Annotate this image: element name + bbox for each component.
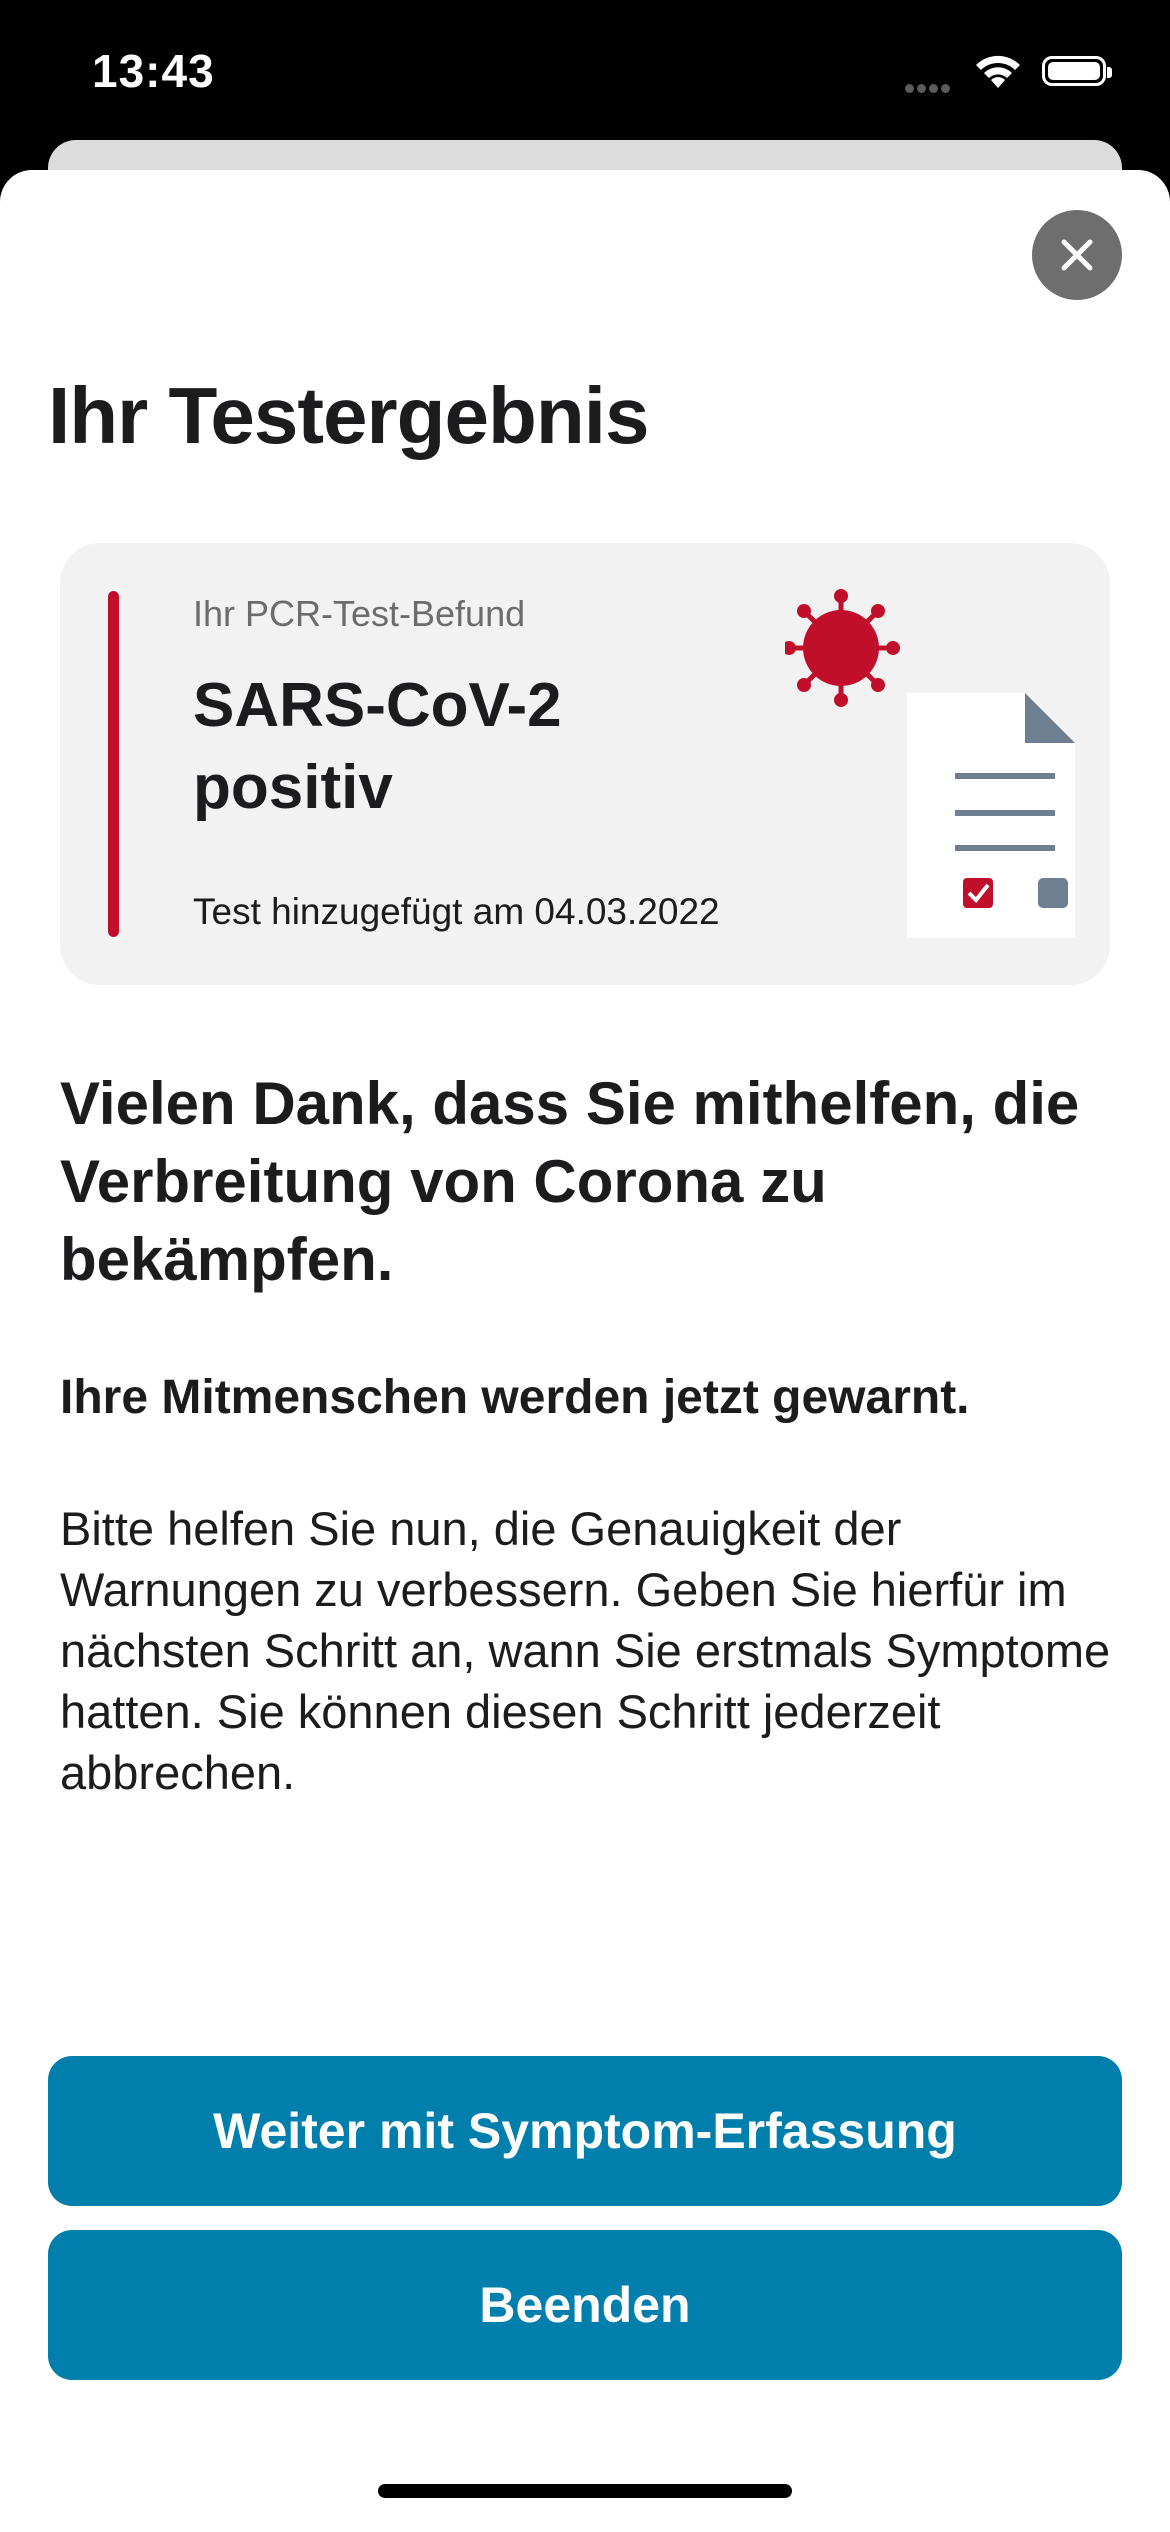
battery-icon	[1042, 56, 1112, 86]
close-icon	[1061, 239, 1093, 271]
instructions-text: Bitte helfen Sie nun, die Genauigkeit de…	[60, 1502, 1111, 1799]
result-label: Ihr PCR-Test-Befund	[193, 593, 526, 634]
finish-button[interactable]: Beenden	[48, 2230, 1122, 2380]
page-title: Ihr Testergebnis	[48, 371, 649, 460]
cellular-signal-icon	[905, 80, 953, 98]
warning-subheadline: Ihre Mitmenschen werden jetzt gewarnt.	[60, 1371, 970, 1424]
result-accent-bar	[108, 591, 119, 937]
wifi-icon	[976, 55, 1020, 88]
close-button[interactable]	[1032, 210, 1122, 300]
thank-you-headline: Vielen Dank, dass Sie mithelfen, die Ver…	[60, 1070, 1080, 1293]
test-result-card: Ihr PCR-Test-Befund SARS-CoV-2 positiv T…	[60, 543, 1110, 985]
result-date: Test hinzugefügt am 04.03.2022	[193, 891, 720, 932]
result-value: SARS-CoV-2 positiv	[193, 671, 562, 822]
virus-document-icon	[785, 589, 1075, 938]
status-time: 13:43	[92, 45, 215, 97]
continue-symptom-button[interactable]: Weiter mit Symptom-Erfassung	[48, 2056, 1122, 2206]
status-bar: 13:43	[0, 0, 1170, 150]
home-indicator[interactable]	[378, 2484, 792, 2498]
